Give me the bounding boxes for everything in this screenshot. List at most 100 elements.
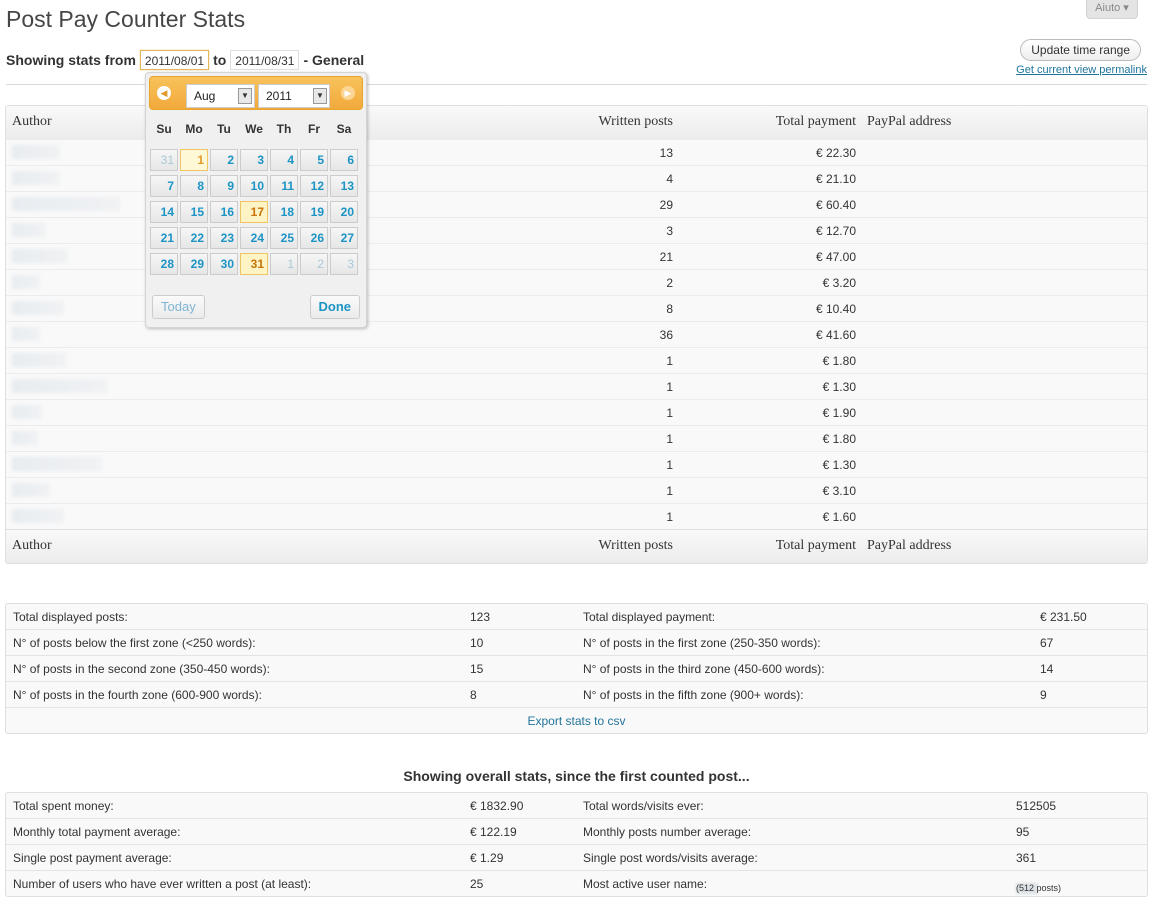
col-author[interactable]: Author (12, 538, 52, 554)
summary-value: € 1832.90 (470, 799, 524, 813)
written-posts-cell: 13 (659, 146, 673, 160)
calendar-day[interactable]: 31 (150, 149, 178, 171)
summary-label: N° of posts in the fifth zone (900+ word… (583, 688, 804, 702)
update-time-range-button[interactable]: Update time range (1020, 39, 1141, 61)
author-name-redacted[interactable] (12, 197, 120, 211)
author-name-redacted[interactable] (12, 145, 60, 159)
author-name-redacted[interactable] (12, 301, 64, 315)
calendar-day[interactable]: 15 (180, 201, 208, 223)
table-row: 1 € 1.90 (6, 399, 1147, 425)
author-name-redacted[interactable] (12, 509, 64, 523)
calendar-day[interactable]: 17 (240, 201, 268, 223)
permalink-link[interactable]: Get current view permalink (1016, 64, 1147, 76)
total-payment-cell: € 1.80 (822, 354, 856, 368)
table-footer: Author Written posts Total payment PayPa… (6, 529, 1147, 563)
prev-month-icon[interactable]: ◀ (157, 86, 171, 100)
col-written-posts[interactable]: Written posts (599, 538, 673, 554)
author-name-redacted[interactable] (12, 405, 42, 419)
weekday-label: Th (276, 122, 292, 136)
help-button[interactable]: Aiuto ▾ (1086, 0, 1138, 19)
col-total-payment[interactable]: Total payment (776, 114, 856, 130)
written-posts-cell: 36 (659, 328, 673, 342)
date-from-input[interactable]: 2011/08/01 (139, 50, 210, 70)
calendar-day[interactable]: 8 (180, 175, 208, 197)
calendar-day[interactable]: 22 (180, 227, 208, 249)
calendar-day[interactable]: 5 (300, 149, 328, 171)
table-row: 1 € 1.30 (6, 373, 1147, 399)
calendar-day[interactable]: 1 (180, 149, 208, 171)
written-posts-cell: 4 (666, 172, 673, 186)
calendar-day[interactable]: 31 (240, 253, 268, 275)
calendar-day[interactable]: 19 (300, 201, 328, 223)
summary-row: N° of posts in the second zone (350-450 … (6, 655, 1147, 681)
total-payment-cell: € 1.30 (822, 458, 856, 472)
date-to-input[interactable]: 2011/08/31 (230, 50, 300, 70)
calendar-day[interactable]: 20 (330, 201, 358, 223)
calendar-day[interactable]: 24 (240, 227, 268, 249)
calendar-day[interactable]: 9 (210, 175, 238, 197)
calendar-day[interactable]: 10 (240, 175, 268, 197)
weekday-label: We (245, 122, 263, 136)
col-paypal[interactable]: PayPal address (867, 538, 951, 554)
author-name-redacted[interactable] (12, 431, 38, 445)
calendar-day[interactable]: 6 (330, 149, 358, 171)
weekday-label: Su (156, 122, 172, 136)
calendar-day[interactable]: 12 (300, 175, 328, 197)
author-name-redacted[interactable] (12, 249, 68, 263)
author-name-redacted[interactable] (12, 171, 60, 185)
calendar-day[interactable]: 29 (180, 253, 208, 275)
calendar-day[interactable]: 13 (330, 175, 358, 197)
export-csv-link[interactable]: Export stats to csv (6, 714, 1147, 728)
calendar-day[interactable]: 25 (270, 227, 298, 249)
calendar-day[interactable]: 27 (330, 227, 358, 249)
author-name-redacted[interactable] (12, 223, 46, 237)
calendar-day[interactable]: 14 (150, 201, 178, 223)
summary-row: Total displayed posts: 123 Total displayed… (6, 604, 1147, 629)
col-total-payment[interactable]: Total payment (776, 538, 856, 554)
summary-row: N° of posts in the fourth zone (600-900 … (6, 681, 1147, 707)
total-payment-cell: € 1.80 (822, 432, 856, 446)
calendar-day[interactable]: 16 (210, 201, 238, 223)
chevron-down-icon: ▼ (313, 88, 327, 104)
calendar-day[interactable]: 1 (270, 253, 298, 275)
author-name-redacted[interactable] (12, 483, 50, 497)
overall-title: Showing overall stats, since the first c… (403, 768, 750, 784)
today-button[interactable]: Today (152, 295, 205, 319)
summary-label: Total displayed payment: (583, 610, 716, 624)
calendar-day[interactable]: 4 (270, 149, 298, 171)
summary-label: Most active user name: (583, 877, 708, 891)
calendar-day[interactable]: 11 (270, 175, 298, 197)
author-name-redacted[interactable] (12, 379, 108, 393)
author-name-redacted[interactable] (12, 327, 40, 341)
col-paypal[interactable]: PayPal address (867, 114, 951, 130)
calendar-day[interactable]: 23 (210, 227, 238, 249)
summary-value: € 122.19 (470, 825, 517, 839)
author-name-redacted[interactable] (12, 275, 40, 289)
calendar-day[interactable]: 3 (330, 253, 358, 275)
author-name-redacted[interactable] (12, 353, 66, 367)
written-posts-cell: 29 (659, 198, 673, 212)
year-value: 2011 (266, 89, 292, 103)
done-button[interactable]: Done (309, 295, 360, 319)
month-select[interactable]: Aug ▼ (186, 84, 255, 108)
calendar-day[interactable]: 7 (150, 175, 178, 197)
col-written-posts[interactable]: Written posts (599, 114, 673, 130)
summary-label: Number of users who have ever written a … (13, 877, 312, 891)
calendar-day[interactable]: 30 (210, 253, 238, 275)
summary-label: Monthly total payment average: (13, 825, 181, 839)
page-title: Post Pay Counter Stats (6, 6, 246, 32)
calendar-day[interactable]: 2 (210, 149, 238, 171)
author-name-redacted[interactable] (12, 457, 102, 471)
col-author[interactable]: Author (12, 114, 52, 130)
calendar-day[interactable]: 26 (300, 227, 328, 249)
calendar-day[interactable]: 28 (150, 253, 178, 275)
next-month-icon[interactable]: ▶ (341, 86, 355, 100)
calendar-day[interactable]: 18 (270, 201, 298, 223)
calendar-day[interactable]: 21 (150, 227, 178, 249)
calendar-day[interactable]: 2 (300, 253, 328, 275)
summary-label: Monthly posts number average: (583, 825, 752, 839)
year-select[interactable]: 2011 ▼ (258, 84, 330, 108)
summary-value: 15 (470, 662, 484, 676)
calendar-day[interactable]: 3 (240, 149, 268, 171)
summary-row: Total spent money: € 1832.90 Total words/v… (6, 793, 1147, 818)
